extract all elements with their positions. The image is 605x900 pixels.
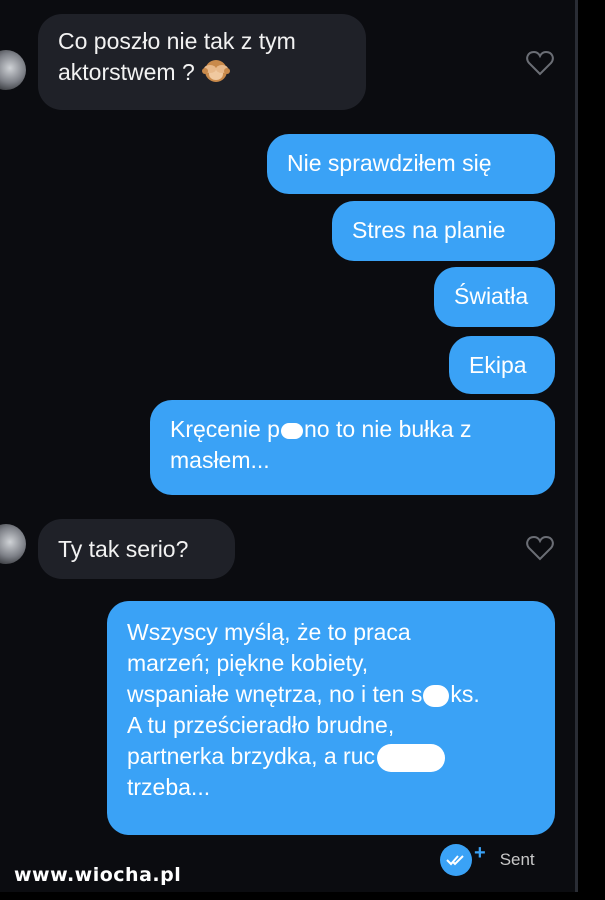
chat-screen: Co poszło nie tak z tym aktorstwem ? Nie…: [0, 0, 578, 892]
message-line: Co poszło nie tak z tym: [58, 28, 296, 54]
message-line: Kręcenie p no to nie bułka z: [170, 416, 472, 442]
message-line: A tu prześcieradło brudne,: [127, 712, 395, 738]
censor-blot: [377, 743, 446, 772]
heart-icon[interactable]: [526, 535, 554, 561]
incoming-message[interactable]: Ty tak serio?: [38, 519, 235, 579]
outgoing-message[interactable]: Wszyscy myślą, że to praca marzeń; piękn…: [107, 601, 555, 835]
contact-avatar[interactable]: [0, 524, 26, 564]
message-text: Światła: [454, 283, 529, 309]
message-text: Ekipa: [469, 352, 527, 378]
double-check-icon: [440, 844, 472, 876]
message-line: wspaniałe wnętrza, no i ten s ks.: [127, 681, 480, 707]
message-line: partnerka brzydka, a ruc: [127, 741, 535, 772]
outgoing-message[interactable]: Ekipa: [449, 336, 555, 394]
outgoing-message[interactable]: Kręcenie p no to nie bułka z masłem...: [150, 400, 555, 495]
outgoing-message[interactable]: Światła: [434, 267, 555, 327]
message-line: trzeba...: [127, 774, 211, 800]
message-text: Stres na planie: [352, 217, 506, 243]
see-no-evil-monkey-icon: [202, 60, 231, 82]
message-text: Ty tak serio?: [58, 536, 189, 562]
contact-avatar[interactable]: [0, 50, 26, 90]
message-line: marzeń; piękne kobiety,: [127, 650, 369, 676]
message-line: Wszyscy myślą, że to praca: [127, 619, 411, 645]
heart-icon[interactable]: [526, 50, 554, 76]
censor-blot: [423, 684, 450, 707]
plus-icon: +: [474, 841, 486, 864]
outgoing-message[interactable]: Nie sprawdziłem się: [267, 134, 555, 194]
message-line: masłem...: [170, 447, 270, 473]
incoming-message[interactable]: Co poszło nie tak z tym aktorstwem ?: [38, 14, 366, 110]
outgoing-message[interactable]: Stres na planie: [332, 201, 555, 261]
censor-blot: [280, 422, 303, 439]
message-line: aktorstwem ?: [58, 57, 346, 88]
sent-label: Sent: [499, 850, 535, 869]
watermark: www.wiocha.pl: [14, 864, 182, 886]
message-text: Nie sprawdziłem się: [287, 150, 492, 176]
delivery-status: + Sent: [440, 840, 535, 880]
